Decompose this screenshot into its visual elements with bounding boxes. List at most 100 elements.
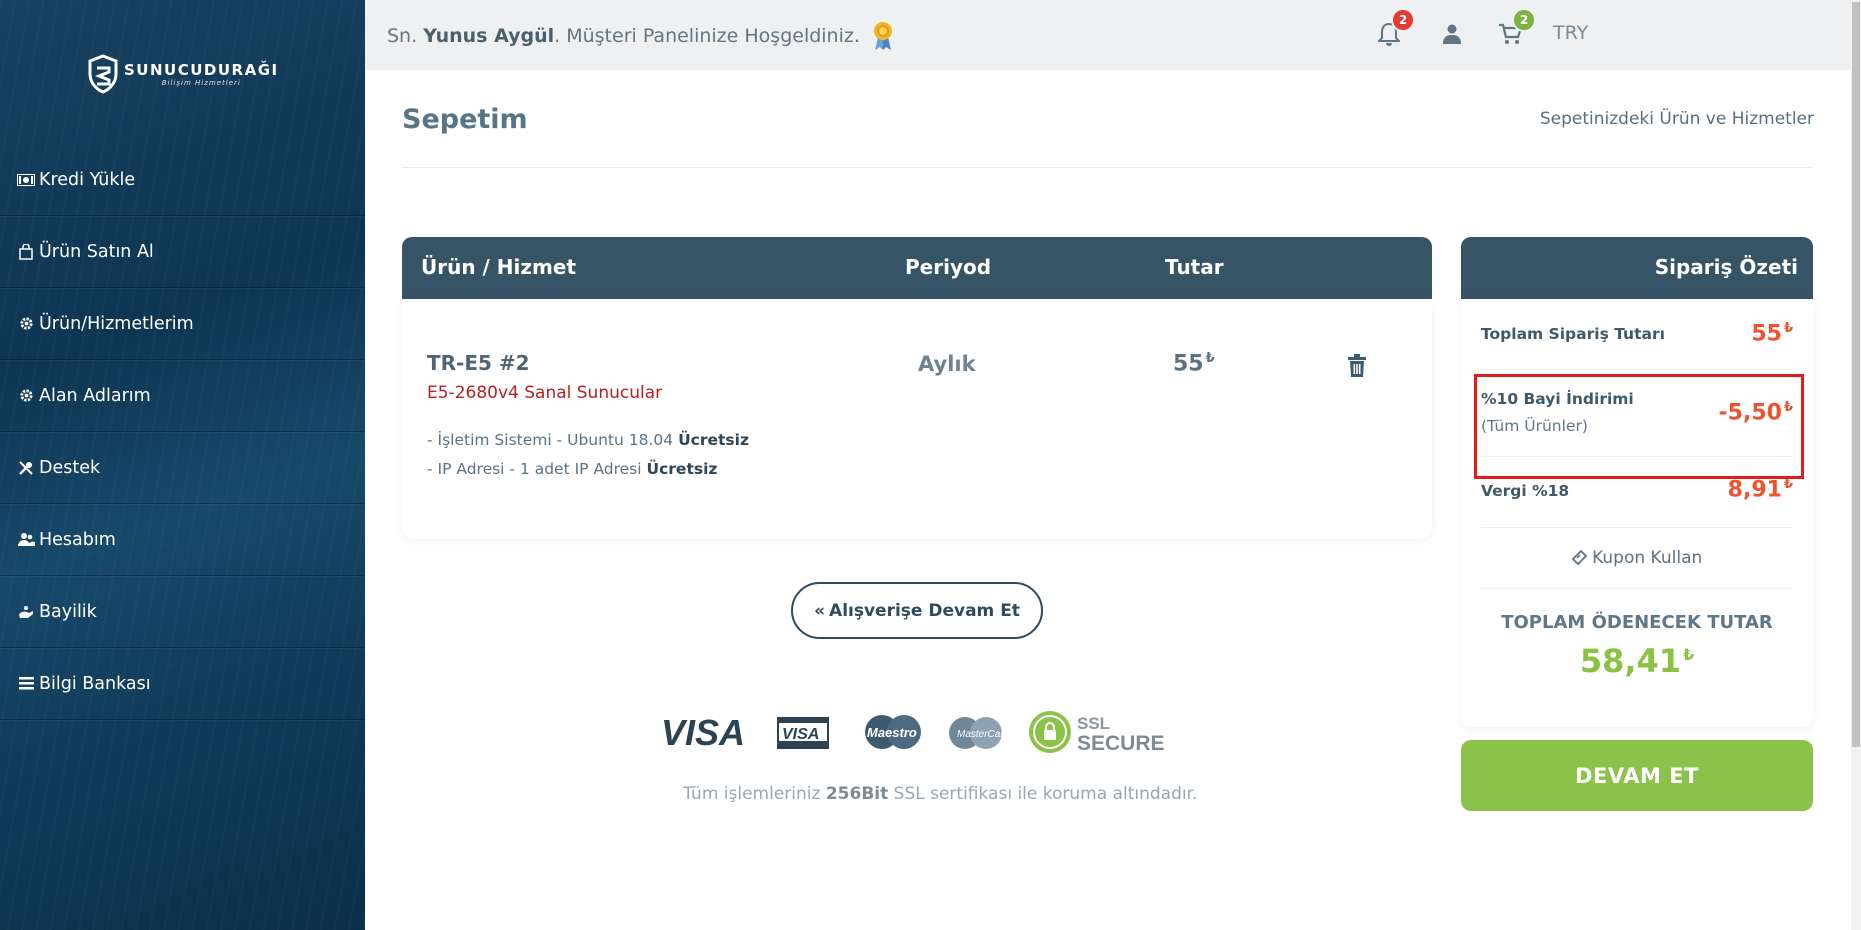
- option-price: Ücretsiz: [678, 431, 749, 449]
- sidebar-item-label: Bayilik: [39, 601, 97, 622]
- order-total-value: 55 ₺: [1751, 321, 1793, 346]
- page-scrollbar[interactable]: [1851, 0, 1861, 930]
- order-summary-panel: Toplam Sipariş Tutarı 55 ₺ %10 Bayi İndir…: [1461, 299, 1813, 727]
- checkout-button[interactable]: DEVAM ET: [1461, 740, 1813, 811]
- note-prefix: Tüm işlemleriniz: [683, 784, 821, 804]
- cart-button[interactable]: 2: [1496, 8, 1536, 48]
- discount-highlight-box: [1474, 374, 1804, 479]
- order-total-label: Toplam Sipariş Tutarı: [1481, 325, 1665, 343]
- visa-electron-logo: VISA: [777, 717, 829, 749]
- notifications-button[interactable]: 2: [1375, 8, 1415, 48]
- currency-symbol: ₺: [1783, 321, 1793, 336]
- currency-symbol: ₺: [1783, 477, 1793, 492]
- scrollbar-thumb[interactable]: [1852, 2, 1860, 747]
- svg-text:VISA: VISA: [661, 712, 745, 753]
- ticket-icon: [1571, 549, 1587, 566]
- summary-row-order-total: Toplam Sipariş Tutarı 55 ₺: [1481, 299, 1793, 370]
- coupon-label: Kupon Kullan: [1592, 548, 1703, 568]
- currency-symbol: ₺: [1683, 645, 1695, 665]
- value: 58,41: [1579, 642, 1682, 680]
- sidebar-item-destek[interactable]: Destek: [0, 432, 365, 504]
- brand-logo[interactable]: SUNUCUDURAĞI Bilişim Hizmetleri: [88, 54, 279, 94]
- currency-selector[interactable]: TRY: [1553, 22, 1588, 44]
- column-header-amount: Tutar: [1165, 255, 1224, 279]
- option-text: - IP Adresi - 1 adet IP Adresi: [427, 460, 642, 478]
- continue-shopping-button[interactable]: « Alışverişe Devam Et: [791, 582, 1043, 639]
- brand-name: SUNUCUDURAĞI: [124, 61, 279, 79]
- product-option: - İşletim Sistemi - Ubuntu 18.04 Ücretsi…: [427, 431, 749, 449]
- option-price: Ücretsiz: [646, 460, 718, 478]
- top-bar: Sn. Yunus Aygül. Müşteri Panelinize Hoşg…: [365, 0, 1861, 70]
- welcome-prefix: Sn.: [387, 25, 418, 47]
- sidebar-item-label: Bilgi Bankası: [39, 673, 151, 694]
- cart-badge: 2: [1512, 8, 1536, 32]
- grand-total-label: TOPLAM ÖDENECEK TUTAR: [1501, 612, 1773, 633]
- sidebar-item-kredi-yukle[interactable]: Kredi Yükle: [0, 144, 365, 216]
- sidebar-item-alan-adlarim[interactable]: Alan Adlarım: [0, 360, 365, 432]
- account-button[interactable]: [1438, 20, 1466, 48]
- option-text: - İşletim Sistemi - Ubuntu 18.04: [427, 431, 674, 449]
- notifications-badge: 2: [1391, 8, 1415, 32]
- welcome-suffix: . Müşteri Panelinize Hoşgeldiniz.: [554, 25, 860, 47]
- sidebar-item-label: Ürün Satın Al: [39, 241, 154, 262]
- svg-text:VISA: VISA: [782, 726, 819, 743]
- medal-icon: [873, 22, 892, 50]
- product-category: E5-2680v4 Sanal Sunucular: [427, 383, 663, 403]
- double-chevron-left-icon: «: [814, 600, 826, 621]
- svg-text:SSL: SSL: [1077, 714, 1110, 733]
- tax-value: 8,91 ₺: [1728, 477, 1793, 502]
- ssl-secure-logo: SSL SECURE: [1029, 711, 1165, 754]
- continue-shopping-label: Alışverişe Devam Et: [829, 600, 1020, 621]
- sidebar-item-hesabim[interactable]: Hesabım: [0, 504, 365, 576]
- cart-item-row: TR-E5 #2 E5-2680v4 Sanal Sunucular - İşl…: [402, 299, 1432, 539]
- tax-label: Vergi %18: [1481, 482, 1570, 500]
- hand-icon: [17, 603, 35, 621]
- sidebar-item-bayilik[interactable]: Bayilik: [0, 576, 365, 648]
- sidebar-item-urun-hizmetlerim[interactable]: Ürün/Hizmetlerim: [0, 288, 365, 360]
- coupon-button[interactable]: Kupon Kullan: [1461, 548, 1813, 568]
- order-summary-header: Sipariş Özeti: [1461, 237, 1813, 299]
- security-note: Tüm işlemleriniz 256Bit SSL sertifikası …: [683, 784, 1197, 804]
- svg-text:MasterCard: MasterCard: [957, 729, 1010, 740]
- maestro-logo: Maestro: [865, 715, 921, 749]
- shield-logo-icon: [88, 54, 118, 94]
- sidebar-item-urun-satin-al[interactable]: Ürün Satın Al: [0, 216, 365, 288]
- note-bold: 256Bit: [825, 784, 889, 804]
- product-name: TR-E5 #2: [427, 351, 530, 375]
- value: 8,91: [1727, 477, 1782, 503]
- welcome-message: Sn. Yunus Aygül. Müşteri Panelinize Hoşg…: [387, 21, 894, 51]
- gear-icon: [17, 315, 35, 333]
- column-header-period: Periyod: [905, 255, 992, 279]
- brand-tagline: Bilişim Hizmetleri: [161, 79, 241, 87]
- money-icon: [17, 171, 35, 189]
- sidebar-item-label: Kredi Yükle: [39, 169, 136, 190]
- list-icon: [17, 675, 35, 693]
- product-option: - IP Adresi - 1 adet IP Adresi Ücretsiz: [427, 460, 717, 478]
- svg-text:SECURE: SECURE: [1077, 732, 1165, 754]
- sidebar-item-label: Alan Adlarım: [39, 385, 151, 406]
- product-period: Aylık: [918, 352, 976, 376]
- sidebar-item-label: Destek: [39, 457, 101, 478]
- gear-icon: [17, 387, 35, 405]
- tools-icon: [17, 459, 35, 477]
- product-amount: 55 ₺: [1173, 351, 1215, 376]
- payment-logos: VISA VISA Maestro MasterCard SSL SECURE: [661, 711, 1165, 754]
- page-subtitle: Sepetinizdeki Ürün ve Hizmetler: [1539, 109, 1814, 129]
- mastercard-logo: MasterCard: [949, 717, 1010, 749]
- value: 55: [1751, 321, 1782, 347]
- amount-value: 55: [1173, 351, 1204, 377]
- delete-icon[interactable]: [1346, 354, 1368, 378]
- order-summary-title: Sipariş Özeti: [1654, 255, 1798, 279]
- grand-total-value: 58,41 ₺: [1461, 642, 1813, 680]
- user-name: Yunus Aygül: [423, 25, 555, 47]
- sidebar-item-bilgi-bankasi[interactable]: Bilgi Bankası: [0, 648, 365, 720]
- shopping-bag-icon: [17, 243, 35, 261]
- sidebar-item-label: Hesabım: [39, 529, 116, 550]
- note-suffix: SSL sertifikası ile koruma altındadır.: [893, 784, 1198, 804]
- page-title: Sepetim: [402, 104, 528, 135]
- divider: [402, 167, 1813, 168]
- column-header-product: Ürün / Hizmet: [421, 255, 577, 279]
- svg-text:Maestro: Maestro: [867, 725, 917, 740]
- users-icon: [17, 531, 35, 549]
- sidebar-nav: Kredi Yükle Ürün Satın Al Ürün/Hizmetler…: [0, 144, 365, 720]
